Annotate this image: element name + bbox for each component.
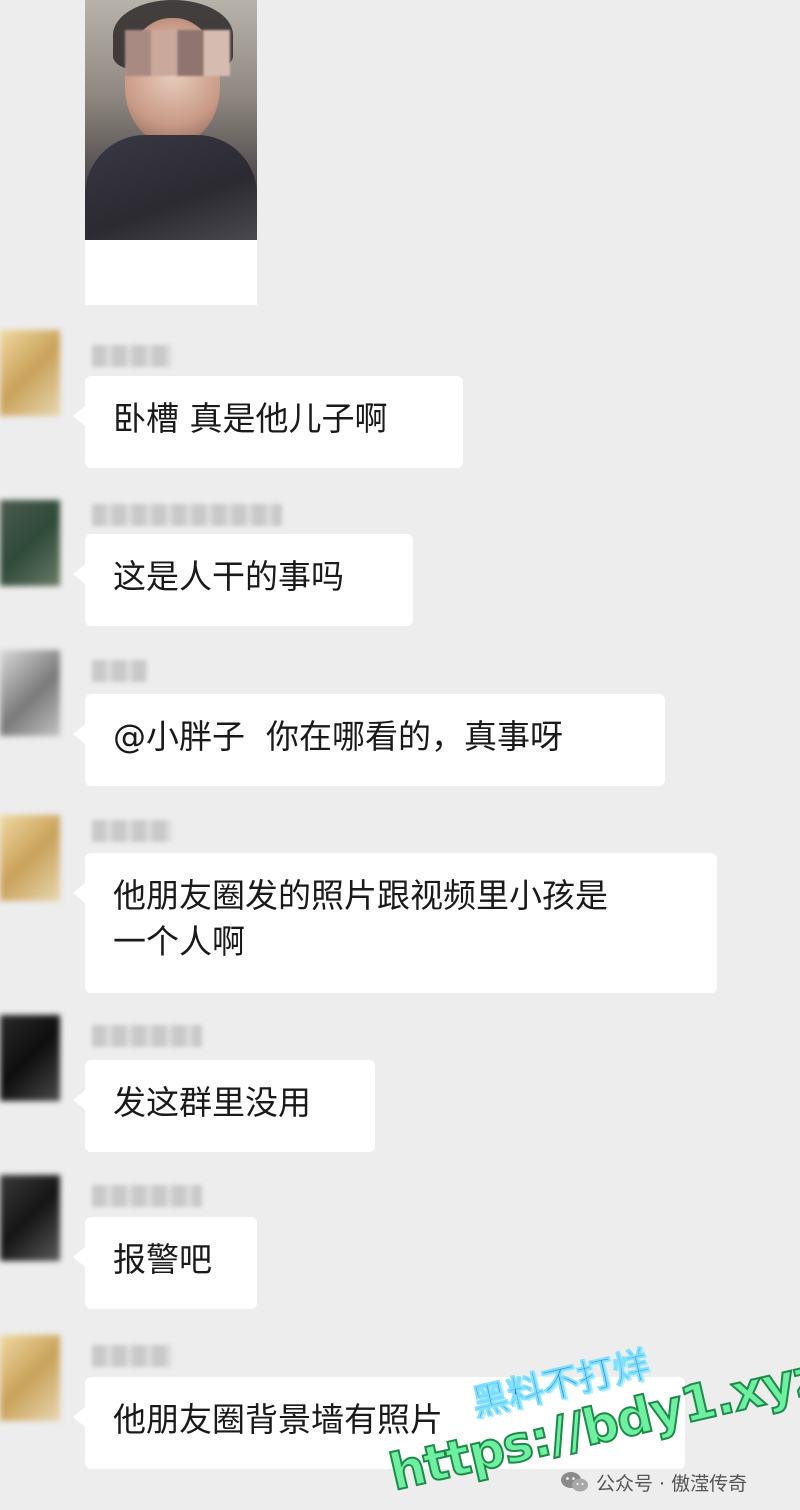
avatar[interactable] (0, 815, 60, 901)
sender-name-blurred (92, 660, 147, 682)
sender-name-blurred (92, 504, 282, 526)
sender-name-blurred (92, 1025, 202, 1047)
avatar[interactable] (0, 1335, 60, 1421)
message-bubble[interactable]: @小胖子 你在哪看的，真事呀 (73, 694, 665, 786)
shared-photo-message[interactable] (85, 0, 257, 305)
message-bubble[interactable]: 报警吧 (73, 1217, 257, 1309)
sender-name-blurred (92, 1185, 202, 1207)
message-bubble[interactable]: 他朋友圈发的照片跟视频里小孩是 一个人啊 (73, 853, 717, 993)
message-bubble[interactable]: 卧槽 真是他儿子啊 (73, 376, 463, 468)
photo-caption-area (85, 240, 257, 305)
message-bubble[interactable]: 这是人干的事吗 (73, 534, 413, 626)
source-text: 公众号 · 傲滢传奇 (596, 1472, 748, 1495)
avatar[interactable] (0, 500, 60, 586)
sender-name-blurred (92, 820, 172, 842)
message-bubble[interactable]: 发这群里没用 (73, 1060, 375, 1152)
shared-photo[interactable] (85, 0, 257, 240)
avatar[interactable] (0, 1175, 60, 1261)
source-label: 公众号 · 傲滢传奇 (560, 1462, 747, 1502)
sender-name-blurred (92, 1345, 172, 1367)
photo-shirt (85, 135, 257, 240)
avatar[interactable] (0, 330, 60, 416)
avatar[interactable] (0, 1015, 60, 1101)
avatar[interactable] (0, 650, 60, 736)
photo-mosaic-censor (125, 30, 230, 76)
wechat-icon (561, 1472, 588, 1492)
sender-name-blurred (92, 345, 172, 367)
